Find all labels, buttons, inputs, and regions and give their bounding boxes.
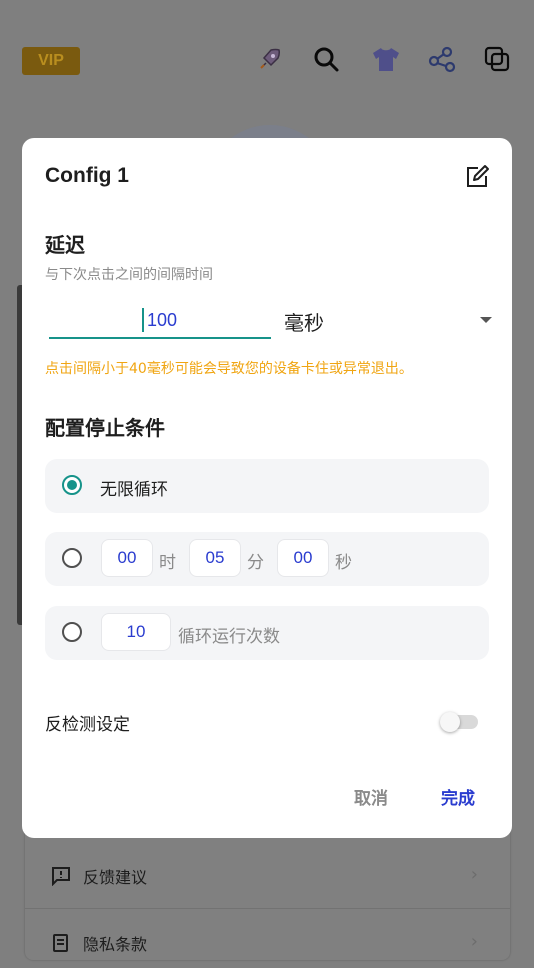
edit-icon — [467, 165, 489, 187]
chevron-right-icon: › — [470, 931, 478, 952]
option-run-count[interactable]: 10 循环运行次数 — [45, 606, 489, 660]
delay-input[interactable] — [49, 303, 275, 337]
radio-count[interactable] — [62, 622, 82, 642]
config-dialog: Config 1 延迟 与下次点击之间的间隔时间 毫秒 点击间隔小于40毫秒可能… — [22, 138, 512, 838]
delay-description: 与下次点击之间的间隔时间 — [45, 267, 213, 283]
document-icon — [49, 931, 73, 955]
hours-input[interactable]: 00 — [101, 539, 153, 577]
minutes-unit: 分 — [247, 553, 264, 573]
delay-warning: 点击间隔小于40毫秒可能会导致您的设备卡住或异常退出。 — [45, 361, 413, 377]
radio-infinite[interactable] — [62, 475, 82, 495]
delay-heading: 延迟 — [45, 233, 85, 257]
run-count-input[interactable]: 10 — [101, 613, 171, 651]
delay-unit-select[interactable]: 毫秒 — [284, 303, 492, 337]
feedback-icon — [49, 864, 73, 888]
anti-detect-toggle[interactable] — [440, 712, 478, 732]
minutes-input[interactable]: 05 — [189, 539, 241, 577]
menu-item-privacy[interactable]: 隐私条款 — [25, 918, 147, 968]
share-icon[interactable] — [424, 42, 458, 76]
delay-input-container — [49, 303, 275, 339]
done-button[interactable]: 完成 — [441, 784, 475, 809]
copy-icon[interactable] — [480, 42, 514, 76]
search-icon[interactable] — [309, 42, 343, 76]
option-infinite-loop[interactable]: 无限循环 — [45, 459, 489, 513]
divider — [25, 908, 510, 909]
seconds-unit: 秒 — [335, 553, 352, 573]
dropdown-arrow-icon — [480, 317, 492, 323]
seconds-input[interactable]: 00 — [277, 539, 329, 577]
cancel-button[interactable]: 取消 — [354, 784, 388, 809]
infinite-loop-label: 无限循环 — [100, 480, 168, 500]
menu-item-feedback[interactable]: 反馈建议 — [25, 851, 147, 901]
radio-timer[interactable] — [62, 548, 82, 568]
delay-unit-label: 毫秒 — [284, 311, 324, 335]
run-count-label: 循环运行次数 — [178, 627, 280, 647]
text-caret — [142, 308, 144, 332]
option-timer[interactable]: 00 时 05 分 00 秒 — [45, 532, 489, 586]
edit-name-button[interactable] — [462, 162, 492, 192]
dialog-title: Config 1 — [45, 164, 129, 187]
menu-item-label: 隐私条款 — [83, 935, 148, 954]
anti-detect-label: 反检测设定 — [45, 715, 130, 735]
rocket-icon[interactable] — [253, 42, 287, 76]
chevron-right-icon: › — [470, 864, 478, 885]
menu-item-label: 反馈建议 — [83, 868, 148, 887]
vip-badge[interactable]: VIP — [22, 47, 80, 75]
shirt-icon[interactable] — [369, 42, 403, 76]
hours-unit: 时 — [159, 553, 176, 573]
toggle-knob — [440, 712, 460, 732]
stop-condition-heading: 配置停止条件 — [45, 416, 165, 440]
